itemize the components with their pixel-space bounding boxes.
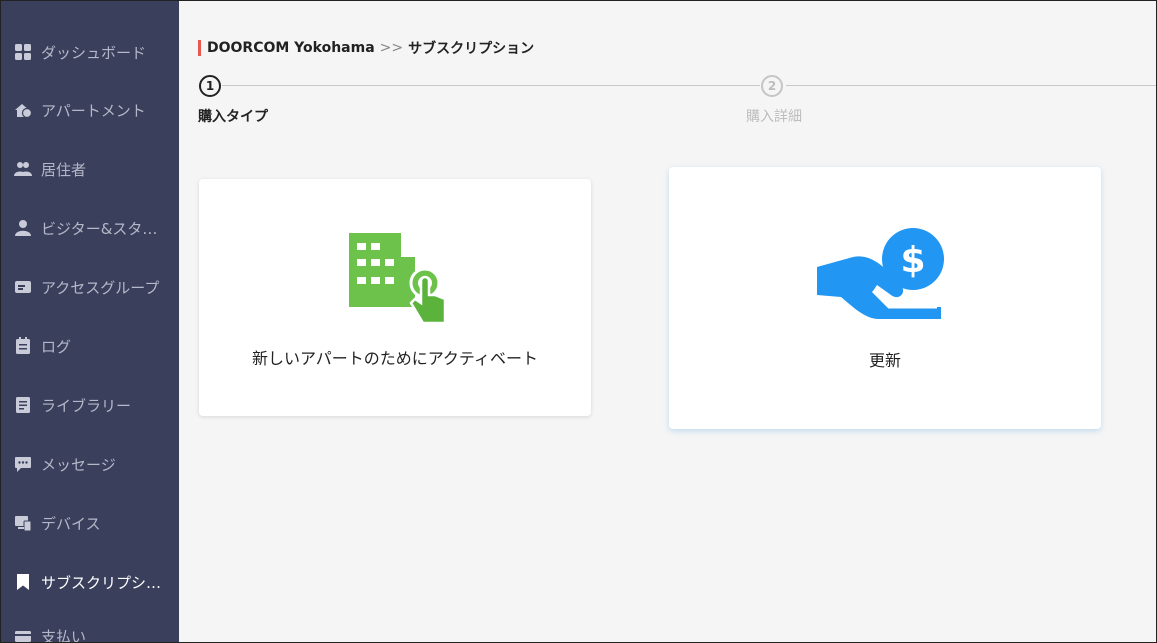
sidebar-item-label: サブスクリプシ… <box>41 573 162 592</box>
breadcrumb: DOORCOM Yokohama >> サブスクリプション <box>198 38 534 58</box>
sidebar-item-residents[interactable]: 居住者 <box>1 140 179 198</box>
step-1-label: 購入タイプ <box>198 109 268 125</box>
apartment-icon <box>13 100 33 120</box>
sidebar-item-label: 居住者 <box>41 160 87 179</box>
step-connector-line <box>222 85 760 86</box>
step-connector-line <box>786 85 1156 86</box>
step-2-circle[interactable]: 2 <box>761 75 783 97</box>
sidebar-item-label: 支払い <box>41 627 87 643</box>
step-number: 2 <box>767 79 777 93</box>
sidebar-item-message[interactable]: メッセージ <box>1 435 179 493</box>
sidebar-item-device[interactable]: デバイス <box>1 494 179 552</box>
sidebar: ダッシュボード アパートメント 居住者 ビジター&スタ… アクセスグループ ログ… <box>1 1 179 643</box>
sidebar-item-log[interactable]: ログ <box>1 317 179 375</box>
sidebar-item-label: ライブラリー <box>41 396 132 415</box>
message-icon <box>13 454 33 474</box>
dashboard-icon <box>13 42 33 62</box>
sidebar-item-label: デバイス <box>41 514 101 533</box>
sidebar-item-library[interactable]: ライブラリー <box>1 376 179 434</box>
sidebar-item-access-group[interactable]: アクセスグループ <box>1 258 179 316</box>
sidebar-item-apartment[interactable]: アパートメント <box>1 81 179 139</box>
main-content: DOORCOM Yokohama >> サブスクリプション 1 購入タイプ 2 … <box>179 1 1156 642</box>
sidebar-item-label: アパートメント <box>41 101 146 120</box>
svg-text:$: $ <box>900 240 925 281</box>
renew-card-label: 更新 <box>868 351 901 370</box>
residents-icon <box>13 159 33 179</box>
building-touch-icon <box>349 233 447 325</box>
activate-card-label: 新しいアパートのためにアクティベート <box>252 349 538 368</box>
library-icon <box>13 395 33 415</box>
renew-card[interactable]: $ 更新 <box>669 167 1101 429</box>
app-window: ダッシュボード アパートメント 居住者 ビジター&スタ… アクセスグループ ログ… <box>0 0 1157 643</box>
sidebar-item-label: ログ <box>41 337 72 356</box>
breadcrumb-separator: >> <box>379 40 404 56</box>
sidebar-item-label: ダッシュボード <box>41 43 147 62</box>
access-group-icon <box>13 277 33 297</box>
bookmark-icon <box>13 572 33 592</box>
sidebar-item-visitor-staff[interactable]: ビジター&スタ… <box>1 199 179 257</box>
step-number: 1 <box>205 79 215 93</box>
step-1-circle[interactable]: 1 <box>199 75 221 97</box>
sidebar-item-payment[interactable]: 支払い <box>1 607 179 643</box>
breadcrumb-site[interactable]: DOORCOM Yokohama <box>207 40 375 56</box>
breadcrumb-accent-bar <box>198 40 201 56</box>
step-2-label: 購入詳細 <box>746 109 802 125</box>
payment-icon <box>13 626 33 642</box>
sidebar-item-label: ビジター&スタ… <box>41 219 158 238</box>
sidebar-item-label: アクセスグループ <box>41 278 160 297</box>
sidebar-item-dashboard[interactable]: ダッシュボード <box>1 23 179 81</box>
sidebar-item-label: メッセージ <box>41 455 116 474</box>
hand-dollar-icon: $ <box>817 228 944 319</box>
sidebar-item-subscription[interactable]: サブスクリプシ… <box>1 553 179 611</box>
log-icon <box>13 336 33 356</box>
visitor-icon <box>13 218 33 238</box>
stepper: 1 購入タイプ 2 購入詳細 <box>198 73 1156 133</box>
device-icon <box>13 513 33 533</box>
activate-new-apartment-card[interactable]: 新しいアパートのためにアクティベート <box>199 179 591 416</box>
breadcrumb-current-page: サブスクリプション <box>408 41 535 57</box>
